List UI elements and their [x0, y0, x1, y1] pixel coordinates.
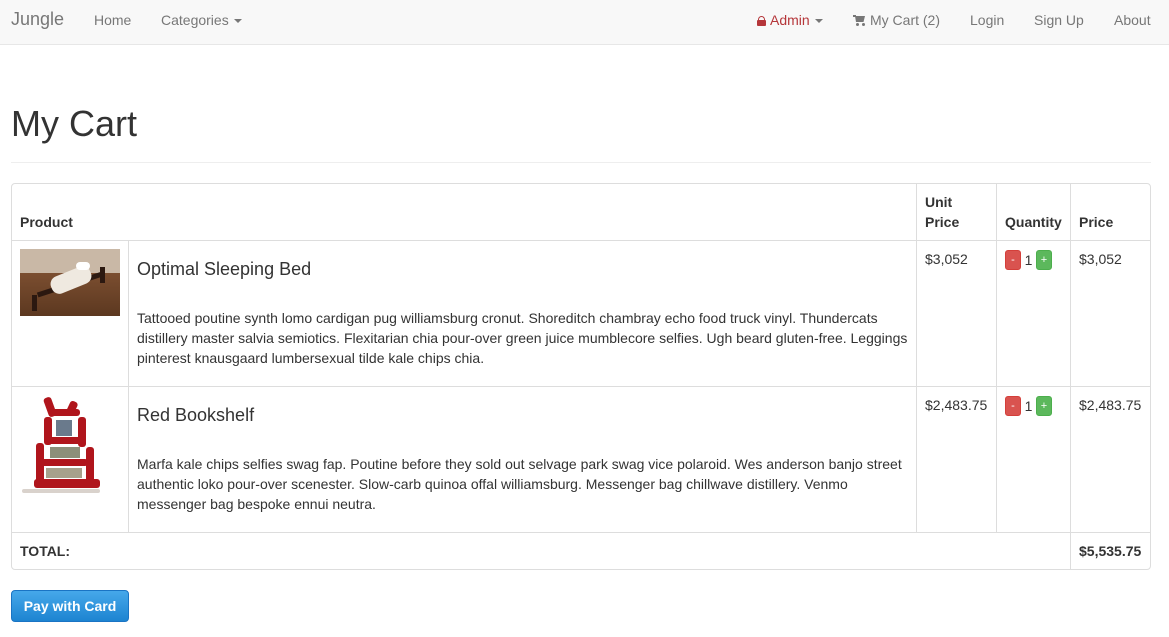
nav-about[interactable]: About	[1114, 12, 1151, 28]
pay-with-card-button[interactable]: Pay with Card	[11, 590, 129, 622]
divider	[12, 532, 1150, 533]
increase-quantity-button[interactable]: +	[1036, 250, 1052, 270]
shopping-cart-icon	[853, 15, 866, 26]
unit-price: $2,483.75	[925, 397, 988, 413]
unit-price: $3,052	[925, 251, 968, 267]
page-title: My Cart	[11, 103, 137, 144]
brand-link[interactable]: Jungle	[11, 9, 64, 30]
divider	[128, 241, 129, 532]
nav-signup[interactable]: Sign Up	[1034, 12, 1084, 28]
product-name[interactable]: Optimal Sleeping Bed	[137, 259, 311, 280]
decrease-quantity-button[interactable]: -	[1005, 396, 1021, 416]
product-image-bookshelf	[20, 395, 102, 495]
increase-quantity-button[interactable]: +	[1036, 396, 1052, 416]
cart-table: Product Unit Price Quantity Price Optima…	[11, 183, 1151, 570]
divider	[916, 184, 917, 532]
header-unit-price: Unit Price	[925, 192, 959, 232]
divider	[996, 184, 997, 532]
header-unit-price-line2: Price	[925, 214, 960, 230]
line-price: $3,052	[1079, 251, 1122, 267]
decrease-quantity-button[interactable]: -	[1005, 250, 1021, 270]
chevron-down-icon	[814, 19, 823, 24]
nav-admin-label: Admin	[770, 12, 810, 28]
title-divider	[11, 162, 1151, 163]
quantity-stepper: - 1 +	[1005, 250, 1052, 270]
nav-admin-dropdown[interactable]: Admin	[757, 12, 823, 28]
divider	[12, 386, 1150, 387]
product-name[interactable]: Red Bookshelf	[137, 405, 254, 426]
lock-icon	[757, 16, 766, 26]
nav-login[interactable]: Login	[970, 12, 1004, 28]
header-product: Product	[20, 214, 73, 230]
divider	[1070, 184, 1071, 569]
quantity-value: 1	[1024, 398, 1033, 414]
product-image-bed	[20, 249, 120, 316]
header-quantity: Quantity	[1005, 214, 1062, 230]
divider	[12, 240, 1150, 241]
product-description: Marfa kale chips selfies swag fap. Pouti…	[137, 456, 902, 512]
chevron-down-icon	[233, 19, 242, 24]
nav-my-cart[interactable]: My Cart (2)	[853, 12, 940, 28]
nav-my-cart-label: My Cart (2)	[870, 12, 940, 28]
header-price: Price	[1079, 214, 1114, 230]
total-value: $5,535.75	[1079, 543, 1142, 559]
line-price: $2,483.75	[1079, 397, 1142, 413]
navbar: Jungle Home Categories Admin My Cart (2)…	[0, 0, 1169, 45]
quantity-value: 1	[1024, 252, 1033, 268]
header-unit-price-line1: Unit	[925, 194, 953, 210]
quantity-stepper: - 1 +	[1005, 396, 1052, 416]
total-label: TOTAL:	[20, 543, 71, 559]
nav-home[interactable]: Home	[94, 12, 131, 28]
nav-categories-dropdown[interactable]: Categories	[161, 12, 242, 28]
product-description: Tattooed poutine synth lomo cardigan pug…	[137, 310, 908, 366]
nav-categories-label: Categories	[161, 12, 229, 28]
